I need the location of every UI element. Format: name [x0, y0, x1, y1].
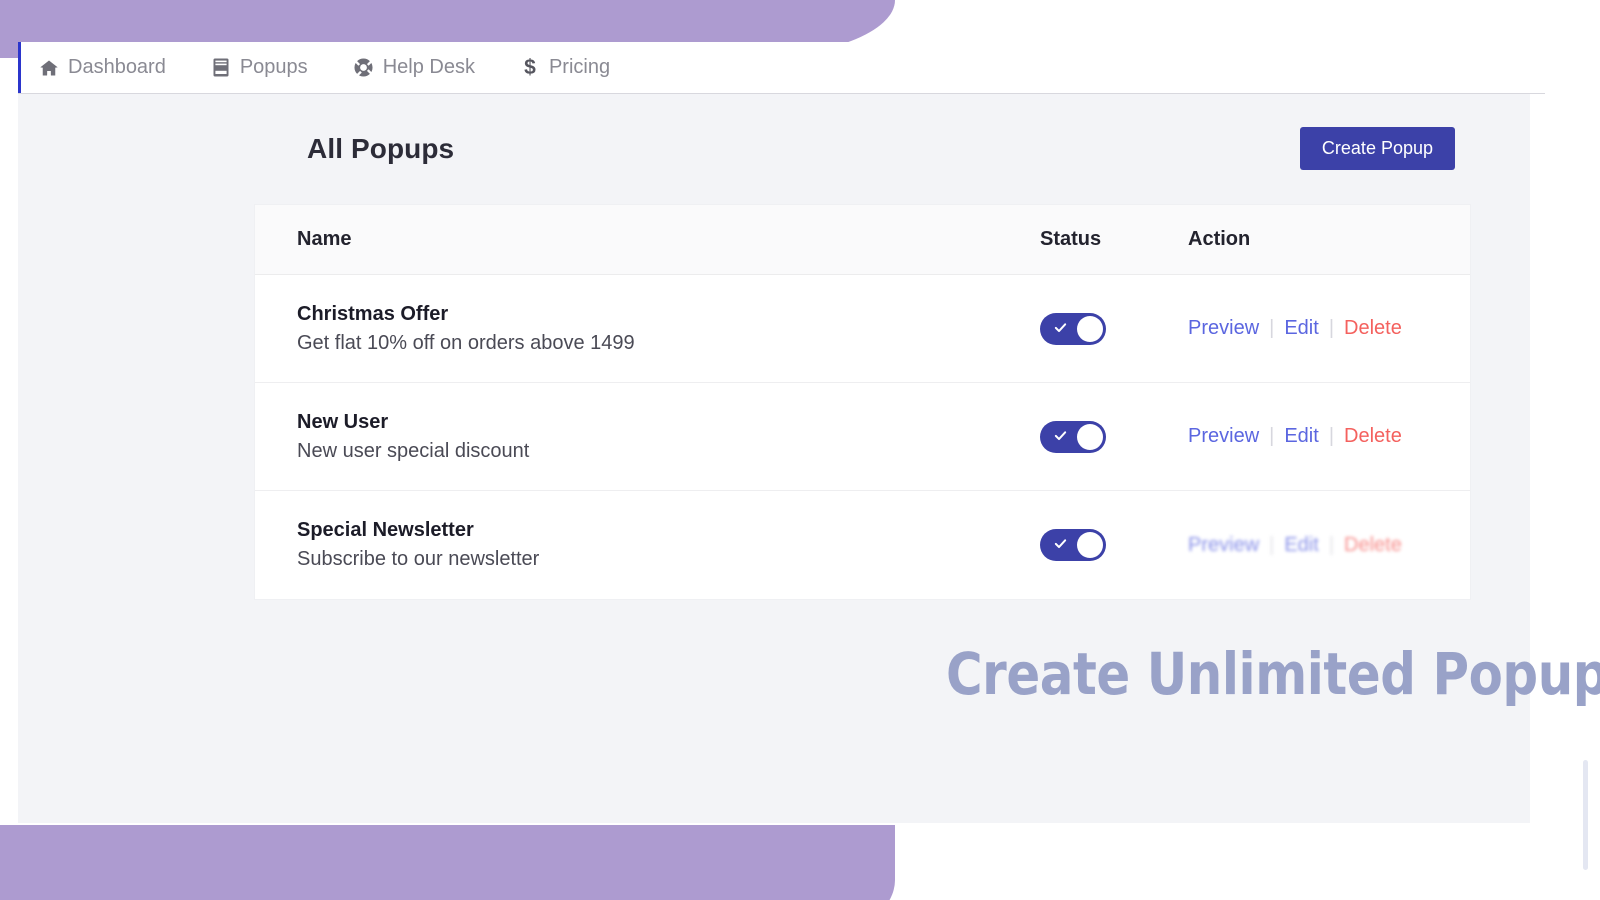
action-separator: |: [1329, 534, 1334, 557]
popup-description: Subscribe to our newsletter: [297, 548, 1040, 571]
delete-link[interactable]: Delete: [1344, 534, 1402, 557]
toggle-knob: [1077, 532, 1103, 558]
create-popup-button[interactable]: Create Popup: [1300, 127, 1455, 170]
edit-link[interactable]: Edit: [1284, 317, 1318, 340]
preview-link[interactable]: Preview: [1188, 317, 1259, 340]
popup-name: Christmas Offer: [297, 303, 1040, 326]
app-window: Dashboard Popups Help Des: [0, 0, 1600, 900]
popup-name: Special Newsletter: [297, 519, 1040, 542]
popup-name: New User: [297, 411, 1040, 434]
home-icon: [39, 58, 59, 78]
row-actions: Preview | Edit | Delete: [1188, 534, 1428, 557]
dollar-icon: $: [520, 58, 540, 78]
toggle-knob: [1077, 424, 1103, 450]
edit-link[interactable]: Edit: [1284, 534, 1318, 557]
popup-description: New user special discount: [297, 440, 1040, 463]
table-row: Special Newsletter Subscribe to our news…: [255, 491, 1470, 599]
column-header-status: Status: [1040, 228, 1188, 251]
preview-link[interactable]: Preview: [1188, 534, 1259, 557]
status-toggle[interactable]: [1040, 421, 1106, 453]
status-toggle[interactable]: [1040, 529, 1106, 561]
popup-action-cell: Preview | Edit | Delete: [1188, 534, 1428, 557]
column-header-action: Action: [1188, 228, 1428, 251]
nav-item-label: Pricing: [549, 56, 610, 79]
nav-item-label: Help Desk: [383, 56, 475, 79]
popups-table: Name Status Action Christmas Offer Get f…: [255, 205, 1470, 599]
table-row: Christmas Offer Get flat 10% off on orde…: [255, 275, 1470, 383]
column-header-name: Name: [255, 228, 1040, 251]
page-header-row: All Popups Create Popup: [288, 127, 1455, 187]
nav-item-label: Dashboard: [68, 56, 166, 79]
preview-link[interactable]: Preview: [1188, 425, 1259, 448]
action-separator: |: [1329, 317, 1334, 340]
action-separator: |: [1269, 534, 1274, 557]
page-title: All Popups: [307, 133, 454, 165]
status-toggle[interactable]: [1040, 313, 1106, 345]
popup-action-cell: Preview | Edit | Delete: [1188, 425, 1428, 448]
check-icon: [1053, 320, 1068, 335]
delete-link[interactable]: Delete: [1344, 425, 1402, 448]
nav-accent-bar: [18, 42, 21, 93]
popup-name-cell: New User New user special discount: [255, 411, 1040, 463]
popup-name-cell: Christmas Offer Get flat 10% off on orde…: [255, 303, 1040, 355]
row-actions: Preview | Edit | Delete: [1188, 317, 1428, 340]
table-row: New User New user special discount: [255, 383, 1470, 491]
decorative-purple-shape-bottom: [0, 825, 895, 900]
top-navigation-bar: Dashboard Popups Help Des: [18, 42, 1545, 94]
table-header-row: Name Status Action: [255, 205, 1470, 275]
nav-item-dashboard[interactable]: Dashboard: [39, 56, 166, 79]
popup-status-cell: [1040, 313, 1188, 345]
row-actions: Preview | Edit | Delete: [1188, 425, 1428, 448]
nav-item-pricing[interactable]: $ Pricing: [520, 56, 610, 79]
main-content-pane: All Popups Create Popup Name Status Acti…: [18, 94, 1530, 823]
life-ring-icon: [354, 58, 374, 78]
action-separator: |: [1269, 425, 1274, 448]
popup-status-cell: [1040, 529, 1188, 561]
toggle-knob: [1077, 316, 1103, 342]
nav-item-popups[interactable]: Popups: [211, 56, 308, 79]
delete-link[interactable]: Delete: [1344, 317, 1402, 340]
popup-description: Get flat 10% off on orders above 1499: [297, 332, 1040, 355]
edit-link[interactable]: Edit: [1284, 425, 1318, 448]
action-separator: |: [1269, 317, 1274, 340]
book-icon: [211, 58, 231, 78]
check-icon: [1053, 536, 1068, 551]
nav-item-help-desk[interactable]: Help Desk: [354, 56, 475, 79]
popup-name-cell: Special Newsletter Subscribe to our news…: [255, 519, 1040, 571]
popup-status-cell: [1040, 421, 1188, 453]
popup-action-cell: Preview | Edit | Delete: [1188, 317, 1428, 340]
vertical-scrollbar[interactable]: [1583, 760, 1588, 870]
nav-item-label: Popups: [240, 56, 308, 79]
watermark-headline: Create Unlimited Popups: [946, 640, 1600, 708]
check-icon: [1053, 428, 1068, 443]
action-separator: |: [1329, 425, 1334, 448]
